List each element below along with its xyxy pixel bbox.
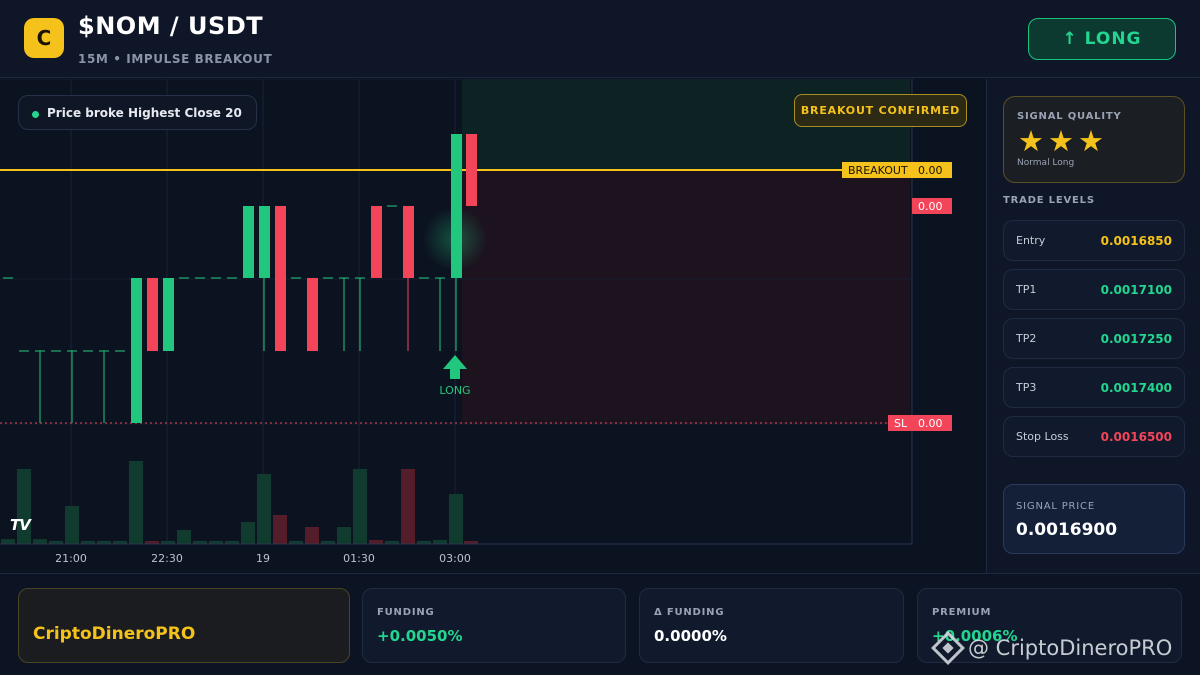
level-value: 0.0017100 xyxy=(1100,283,1172,297)
quality-subtitle: Normal Long xyxy=(1017,158,1075,168)
level-name: Stop Loss xyxy=(1016,430,1069,443)
delta-funding-card: Δ FUNDING 0.0000% xyxy=(639,588,904,663)
candle-bearish xyxy=(275,206,286,351)
candle-bearish xyxy=(371,206,382,278)
metric-label: PREMIUM xyxy=(932,607,992,618)
quality-title: SIGNAL QUALITY xyxy=(1017,111,1122,122)
level-row-tp2: TP2 0.0017250 xyxy=(1003,318,1185,359)
trade-levels-title: TRADE LEVELS xyxy=(1003,195,1095,206)
volume-bar xyxy=(369,540,383,544)
volume-bar xyxy=(449,494,463,544)
signal-quality-card: SIGNAL QUALITY ★★★ Normal Long xyxy=(1003,96,1185,183)
volume-bar xyxy=(1,539,15,544)
star-rating-icon: ★★★ xyxy=(1018,124,1108,158)
metric-label: FUNDING xyxy=(377,607,435,618)
brand-name: CriptoDineroPRO xyxy=(33,624,196,644)
breakout-tag: BREAKOUT xyxy=(842,162,914,178)
funding-card: FUNDING +0.0050% xyxy=(362,588,626,663)
sl-tag: SL xyxy=(888,415,914,431)
header-bar: C $NOM / USDT 15M • IMPULSE BREAKOUT ↑ L… xyxy=(0,0,1200,78)
metric-label: Δ FUNDING xyxy=(654,607,725,618)
indicator-text: Price broke Highest Close 20 xyxy=(47,105,242,120)
x-tick-label: 03:00 xyxy=(439,552,471,565)
breakout-price-tag: 0.00 xyxy=(912,162,952,178)
volume-bar xyxy=(337,527,351,544)
target-price-tag: 0.00 xyxy=(912,198,952,214)
volume-bar xyxy=(273,515,287,544)
candle-bullish xyxy=(163,278,174,351)
breakout-confirmed-badge: BREAKOUT CONFIRMED xyxy=(794,94,967,127)
x-tick-label: 01:30 xyxy=(343,552,375,565)
volume-bar xyxy=(177,530,191,544)
candle-bearish xyxy=(147,278,158,351)
level-name: Entry xyxy=(1016,234,1046,247)
app-logo: C xyxy=(24,18,64,58)
signal-sidebar: SIGNAL QUALITY ★★★ Normal Long TRADE LEV… xyxy=(986,79,1200,573)
level-name: TP3 xyxy=(1016,381,1037,394)
volume-bar xyxy=(401,469,415,544)
candle-bullish xyxy=(243,206,254,278)
sl-price-tag: 0.00 xyxy=(912,415,952,431)
level-value: 0.0016850 xyxy=(1100,234,1172,248)
x-tick-label: 22:30 xyxy=(151,552,183,565)
candle-bearish xyxy=(307,278,318,351)
pair-title: $NOM / USDT xyxy=(78,12,264,40)
signal-price-card: SIGNAL PRICE 0.0016900 xyxy=(1003,484,1185,554)
level-row-stop-loss: Stop Loss 0.0016500 xyxy=(1003,416,1185,457)
volume-bar xyxy=(433,540,447,544)
signal-price-value: 0.0016900 xyxy=(1016,520,1118,540)
volume-bar xyxy=(305,527,319,544)
volume-bar xyxy=(65,506,79,544)
tradingview-logo: TV xyxy=(10,516,31,534)
metric-value: +0.0050% xyxy=(377,627,463,645)
long-button[interactable]: ↑ LONG xyxy=(1028,18,1176,60)
risk-zone xyxy=(462,170,910,424)
level-value: 0.0016500 xyxy=(1100,430,1172,444)
watermark-text: @ CriptoDineroPRO xyxy=(968,636,1173,660)
level-name: TP1 xyxy=(1016,283,1037,296)
level-value: 0.0017400 xyxy=(1100,381,1172,395)
x-tick-label: 21:00 xyxy=(55,552,87,565)
volume-bar xyxy=(33,539,47,544)
long-signal-label: LONG xyxy=(439,384,470,397)
metric-value: 0.0000% xyxy=(654,627,727,645)
volume-bar xyxy=(353,469,367,544)
watermark: @ CriptoDineroPRO xyxy=(931,631,1173,665)
volume-bar xyxy=(257,474,271,544)
pair-subtitle: 15M • IMPULSE BREAKOUT xyxy=(78,52,273,66)
level-row-tp3: TP3 0.0017400 xyxy=(1003,367,1185,408)
level-row-entry: Entry 0.0016850 xyxy=(1003,220,1185,261)
volume-bar xyxy=(241,522,255,544)
green-dot-icon xyxy=(32,111,39,118)
candle-bullish xyxy=(131,278,142,423)
candle-bullish xyxy=(259,206,270,278)
binance-logo-icon xyxy=(931,631,965,665)
candle-bearish xyxy=(466,134,477,206)
level-value: 0.0017250 xyxy=(1100,332,1172,346)
x-axis-ticks: 21:00 22:30 19 01:30 03:00 xyxy=(55,552,471,565)
volume-bar xyxy=(129,461,143,544)
candle-bearish xyxy=(403,206,414,278)
x-tick-label: 19 xyxy=(256,552,270,565)
candlestick-chart-svg: LONG 21:00 22:30 19 01:30 03:00 xyxy=(0,79,913,565)
signal-price-label: SIGNAL PRICE xyxy=(1016,501,1095,512)
level-name: TP2 xyxy=(1016,332,1037,345)
level-row-tp1: TP1 0.0017100 xyxy=(1003,269,1185,310)
price-chart[interactable]: LONG 21:00 22:30 19 01:30 03:00 Price broke … xyxy=(0,79,985,573)
candle-bullish xyxy=(451,134,462,278)
brand-card: CriptoDineroPRO xyxy=(18,588,350,663)
indicator-pill: Price broke Highest Close 20 xyxy=(18,95,257,130)
